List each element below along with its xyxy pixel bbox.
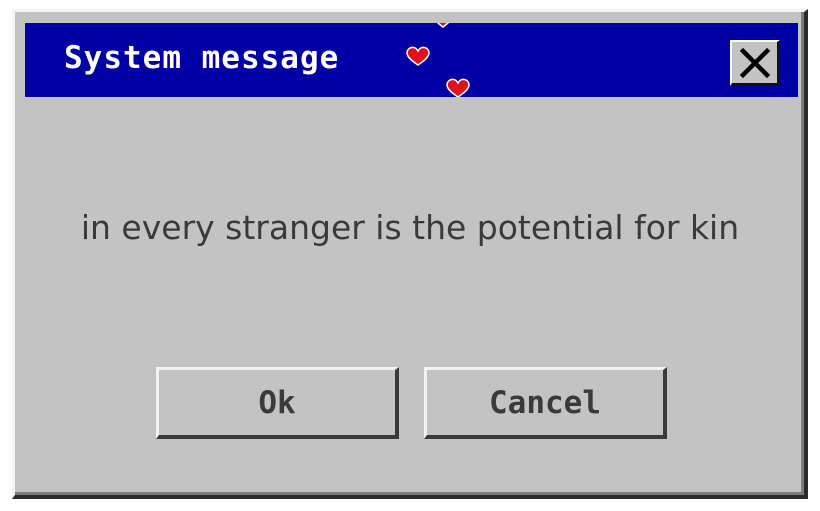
system-message-dialog: System message in every stranger is the … [12, 9, 808, 499]
cancel-button[interactable]: Cancel [424, 367, 667, 439]
dialog-title: System message [64, 40, 340, 76]
dialog-message: in every stranger is the potential for k… [80, 208, 740, 247]
title-bar[interactable]: System message [25, 23, 798, 97]
close-x-icon [739, 47, 770, 78]
ok-button[interactable]: Ok [156, 367, 399, 439]
close-button[interactable] [730, 40, 780, 86]
hearts-icon [406, 23, 470, 97]
